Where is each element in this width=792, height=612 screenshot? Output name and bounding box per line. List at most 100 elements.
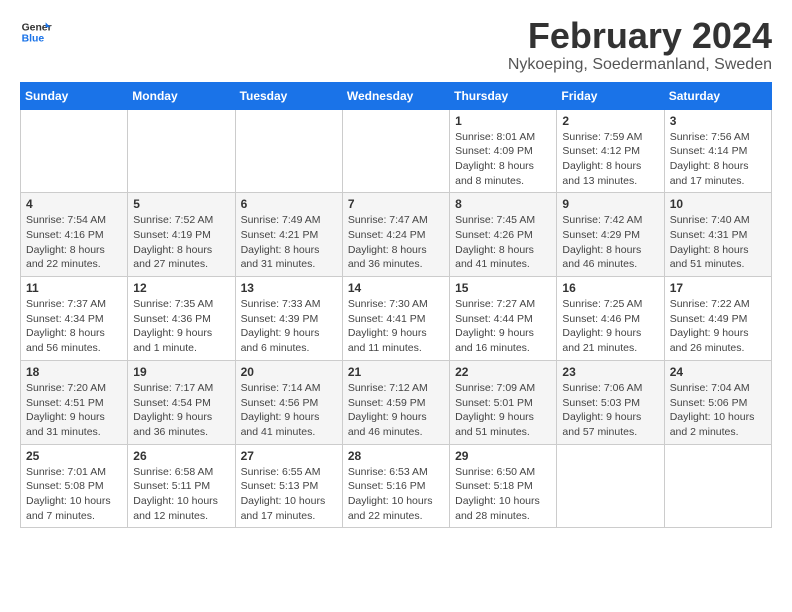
day-number: 9 <box>562 197 658 211</box>
weekday-header-monday: Monday <box>128 82 235 109</box>
calendar-cell: 6 Sunrise: 7:49 AM Sunset: 4:21 PM Daylig… <box>235 193 342 277</box>
day-info: Sunrise: 7:06 AM Sunset: 5:03 PM Dayligh… <box>562 381 658 440</box>
location-subtitle: Nykoeping, Soedermanland, Sweden <box>508 56 772 74</box>
calendar-cell: 28 Sunrise: 6:53 AM Sunset: 5:16 PM Dayli… <box>342 444 449 528</box>
day-number: 1 <box>455 114 551 128</box>
day-number: 8 <box>455 197 551 211</box>
day-number: 27 <box>241 449 337 463</box>
calendar-cell: 10 Sunrise: 7:40 AM Sunset: 4:31 PM Dayli… <box>664 193 771 277</box>
calendar-cell: 13 Sunrise: 7:33 AM Sunset: 4:39 PM Dayli… <box>235 277 342 361</box>
calendar-cell <box>664 444 771 528</box>
day-info: Sunrise: 7:37 AM Sunset: 4:34 PM Dayligh… <box>26 297 122 356</box>
day-info: Sunrise: 7:30 AM Sunset: 4:41 PM Dayligh… <box>348 297 444 356</box>
day-number: 11 <box>26 281 122 295</box>
calendar-cell <box>128 109 235 193</box>
calendar-cell: 17 Sunrise: 7:22 AM Sunset: 4:49 PM Dayli… <box>664 277 771 361</box>
day-info: Sunrise: 7:54 AM Sunset: 4:16 PM Dayligh… <box>26 213 122 272</box>
calendar-cell: 27 Sunrise: 6:55 AM Sunset: 5:13 PM Dayli… <box>235 444 342 528</box>
day-number: 15 <box>455 281 551 295</box>
calendar-cell: 15 Sunrise: 7:27 AM Sunset: 4:44 PM Dayli… <box>450 277 557 361</box>
calendar-cell: 19 Sunrise: 7:17 AM Sunset: 4:54 PM Dayli… <box>128 360 235 444</box>
calendar-cell: 9 Sunrise: 7:42 AM Sunset: 4:29 PM Daylig… <box>557 193 664 277</box>
weekday-header-friday: Friday <box>557 82 664 109</box>
calendar-cell: 2 Sunrise: 7:59 AM Sunset: 4:12 PM Daylig… <box>557 109 664 193</box>
day-info: Sunrise: 7:27 AM Sunset: 4:44 PM Dayligh… <box>455 297 551 356</box>
calendar-cell <box>21 109 128 193</box>
calendar-cell: 18 Sunrise: 7:20 AM Sunset: 4:51 PM Dayli… <box>21 360 128 444</box>
calendar-cell: 3 Sunrise: 7:56 AM Sunset: 4:14 PM Daylig… <box>664 109 771 193</box>
logo: General Blue <box>20 16 52 48</box>
calendar-cell: 20 Sunrise: 7:14 AM Sunset: 4:56 PM Dayli… <box>235 360 342 444</box>
weekday-header-thursday: Thursday <box>450 82 557 109</box>
day-info: Sunrise: 7:04 AM Sunset: 5:06 PM Dayligh… <box>670 381 766 440</box>
day-info: Sunrise: 7:42 AM Sunset: 4:29 PM Dayligh… <box>562 213 658 272</box>
weekday-header-sunday: Sunday <box>21 82 128 109</box>
day-number: 12 <box>133 281 229 295</box>
day-number: 19 <box>133 365 229 379</box>
calendar-cell: 7 Sunrise: 7:47 AM Sunset: 4:24 PM Daylig… <box>342 193 449 277</box>
day-info: Sunrise: 7:17 AM Sunset: 4:54 PM Dayligh… <box>133 381 229 440</box>
calendar-cell: 5 Sunrise: 7:52 AM Sunset: 4:19 PM Daylig… <box>128 193 235 277</box>
calendar-cell: 12Sunrise: 7:35 AM Sunset: 4:36 PM Dayli… <box>128 277 235 361</box>
day-number: 20 <box>241 365 337 379</box>
calendar-body: 1 Sunrise: 8:01 AM Sunset: 4:09 PM Daylig… <box>21 109 772 528</box>
calendar-cell: 14Sunrise: 7:30 AM Sunset: 4:41 PM Dayli… <box>342 277 449 361</box>
calendar-table: SundayMondayTuesdayWednesdayThursdayFrid… <box>20 82 772 529</box>
day-info: Sunrise: 7:09 AM Sunset: 5:01 PM Dayligh… <box>455 381 551 440</box>
calendar-cell: 8 Sunrise: 7:45 AM Sunset: 4:26 PM Daylig… <box>450 193 557 277</box>
day-number: 10 <box>670 197 766 211</box>
day-info: Sunrise: 6:55 AM Sunset: 5:13 PM Dayligh… <box>241 465 337 524</box>
day-number: 21 <box>348 365 444 379</box>
day-number: 22 <box>455 365 551 379</box>
weekday-header-saturday: Saturday <box>664 82 771 109</box>
calendar-cell: 21 Sunrise: 7:12 AM Sunset: 4:59 PM Dayli… <box>342 360 449 444</box>
day-number: 28 <box>348 449 444 463</box>
day-number: 5 <box>133 197 229 211</box>
calendar-cell: 23 Sunrise: 7:06 AM Sunset: 5:03 PM Dayli… <box>557 360 664 444</box>
day-number: 6 <box>241 197 337 211</box>
calendar-week-row: 4 Sunrise: 7:54 AM Sunset: 4:16 PM Daylig… <box>21 193 772 277</box>
day-info: Sunrise: 6:53 AM Sunset: 5:16 PM Dayligh… <box>348 465 444 524</box>
svg-text:Blue: Blue <box>22 34 45 45</box>
day-info: Sunrise: 7:47 AM Sunset: 4:24 PM Dayligh… <box>348 213 444 272</box>
calendar-cell: 4 Sunrise: 7:54 AM Sunset: 4:16 PM Daylig… <box>21 193 128 277</box>
day-info: Sunrise: 7:01 AM Sunset: 5:08 PM Dayligh… <box>26 465 122 524</box>
day-number: 3 <box>670 114 766 128</box>
day-info: Sunrise: 7:45 AM Sunset: 4:26 PM Dayligh… <box>455 213 551 272</box>
title-block: February 2024 Nykoeping, Soedermanland, … <box>508 16 772 74</box>
day-info: Sunrise: 7:49 AM Sunset: 4:21 PM Dayligh… <box>241 213 337 272</box>
day-number: 2 <box>562 114 658 128</box>
day-info: Sunrise: 7:22 AM Sunset: 4:49 PM Dayligh… <box>670 297 766 356</box>
day-number: 13 <box>241 281 337 295</box>
day-number: 17 <box>670 281 766 295</box>
day-info: Sunrise: 7:12 AM Sunset: 4:59 PM Dayligh… <box>348 381 444 440</box>
logo-icon: General Blue <box>20 16 52 48</box>
calendar-week-row: 1 Sunrise: 8:01 AM Sunset: 4:09 PM Daylig… <box>21 109 772 193</box>
day-info: Sunrise: 7:33 AM Sunset: 4:39 PM Dayligh… <box>241 297 337 356</box>
day-info: Sunrise: 7:59 AM Sunset: 4:12 PM Dayligh… <box>562 130 658 189</box>
calendar-week-row: 11 Sunrise: 7:37 AM Sunset: 4:34 PM Dayli… <box>21 277 772 361</box>
day-info: Sunrise: 7:20 AM Sunset: 4:51 PM Dayligh… <box>26 381 122 440</box>
calendar-cell: 24 Sunrise: 7:04 AM Sunset: 5:06 PM Dayli… <box>664 360 771 444</box>
day-info: Sunrise: 6:58 AM Sunset: 5:11 PM Dayligh… <box>133 465 229 524</box>
calendar-cell: 29Sunrise: 6:50 AM Sunset: 5:18 PM Dayli… <box>450 444 557 528</box>
day-info: Sunrise: 7:52 AM Sunset: 4:19 PM Dayligh… <box>133 213 229 272</box>
weekday-header-tuesday: Tuesday <box>235 82 342 109</box>
day-number: 16 <box>562 281 658 295</box>
day-number: 7 <box>348 197 444 211</box>
day-info: Sunrise: 8:01 AM Sunset: 4:09 PM Dayligh… <box>455 130 551 189</box>
day-number: 18 <box>26 365 122 379</box>
day-info: Sunrise: 7:14 AM Sunset: 4:56 PM Dayligh… <box>241 381 337 440</box>
day-number: 4 <box>26 197 122 211</box>
day-info: Sunrise: 7:56 AM Sunset: 4:14 PM Dayligh… <box>670 130 766 189</box>
calendar-cell: 26Sunrise: 6:58 AM Sunset: 5:11 PM Dayli… <box>128 444 235 528</box>
month-year-title: February 2024 <box>508 16 772 56</box>
day-number: 23 <box>562 365 658 379</box>
calendar-week-row: 25Sunrise: 7:01 AM Sunset: 5:08 PM Dayli… <box>21 444 772 528</box>
day-info: Sunrise: 6:50 AM Sunset: 5:18 PM Dayligh… <box>455 465 551 524</box>
day-info: Sunrise: 7:40 AM Sunset: 4:31 PM Dayligh… <box>670 213 766 272</box>
day-number: 24 <box>670 365 766 379</box>
calendar-week-row: 18 Sunrise: 7:20 AM Sunset: 4:51 PM Dayli… <box>21 360 772 444</box>
calendar-cell: 22 Sunrise: 7:09 AM Sunset: 5:01 PM Dayli… <box>450 360 557 444</box>
calendar-cell <box>235 109 342 193</box>
